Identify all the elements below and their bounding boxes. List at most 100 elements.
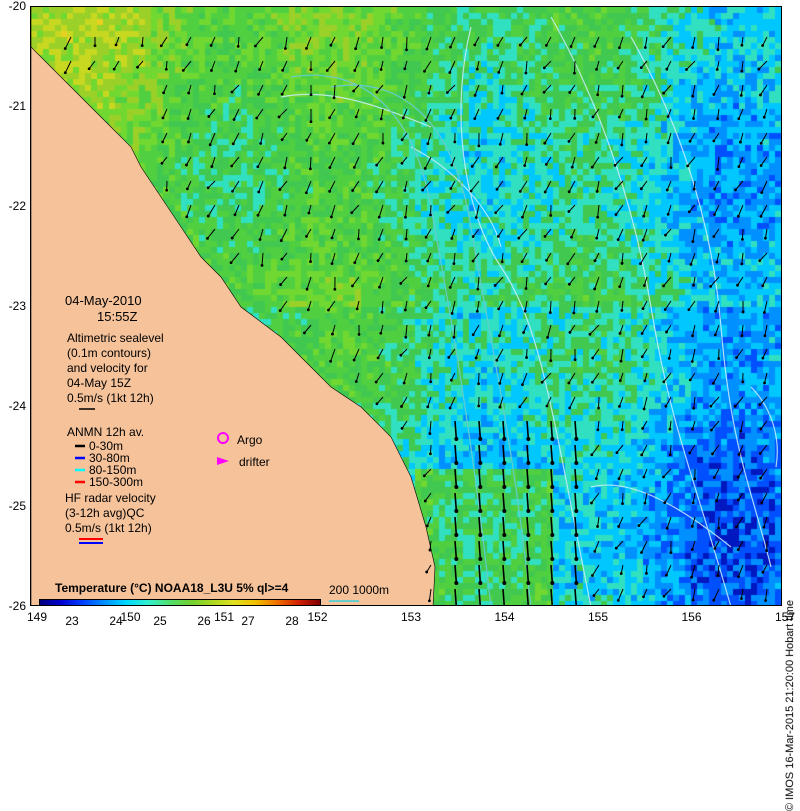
velocity-arrowhead	[329, 44, 332, 47]
velocity-arrowhead	[375, 164, 378, 167]
velocity-arrowhead	[526, 509, 530, 513]
velocity-arrow	[500, 373, 503, 383]
velocity-arrowhead	[643, 379, 646, 382]
velocity-arrowhead	[737, 499, 740, 502]
velocity-arrowhead	[544, 282, 547, 285]
velocity-arrowhead	[162, 91, 165, 94]
velocity-arrowhead	[326, 69, 329, 72]
velocity-arrowhead	[497, 235, 500, 238]
velocity-arrowhead	[501, 260, 504, 263]
velocity-arrowhead	[740, 94, 743, 97]
velocity-arrowhead	[759, 477, 762, 480]
velocity-arrowhead	[593, 550, 596, 553]
velocity-arrowhead	[309, 167, 312, 170]
velocity-arrowhead	[574, 581, 578, 585]
velocity-arrow	[503, 469, 504, 487]
colorbar-tick: 28	[285, 614, 298, 628]
velocity-arrow	[714, 469, 719, 478]
velocity-arrowhead	[662, 45, 665, 48]
velocity-arrowhead	[476, 68, 479, 71]
velocity-arrowhead	[400, 405, 403, 408]
velocity-arrowhead	[427, 92, 430, 95]
velocity-arrow	[233, 133, 239, 144]
velocity-arrowhead	[401, 138, 404, 141]
velocity-arrow	[592, 373, 599, 382]
colorbar-tick: 27	[241, 614, 254, 628]
velocity-arrowhead	[544, 235, 547, 238]
velocity-arrowhead	[758, 259, 761, 262]
velocity-arrow	[663, 37, 671, 47]
velocity-arrow	[737, 349, 743, 358]
velocity-arrowhead	[478, 533, 482, 537]
velocity-arrowhead	[186, 187, 189, 190]
velocity-arrow	[473, 229, 479, 237]
velocity-arrowhead	[643, 284, 646, 287]
velocity-arrowhead	[543, 67, 546, 70]
velocity-arrow	[405, 181, 407, 190]
velocity-arrow	[402, 397, 407, 406]
velocity-arrowhead	[355, 380, 358, 383]
velocity-arrowhead	[499, 143, 502, 146]
velocity-arrowhead	[692, 599, 695, 602]
velocity-arrow	[693, 589, 695, 600]
velocity-arrow	[503, 541, 504, 559]
velocity-arrow	[718, 157, 719, 169]
velocity-arrow	[355, 253, 359, 263]
velocity-arrowhead	[161, 141, 164, 144]
velocity-arrow	[499, 61, 503, 72]
velocity-arrow	[597, 181, 599, 191]
velocity-arrowhead	[237, 45, 240, 48]
altimetry-line-2: (0.1m contours)	[67, 346, 151, 361]
velocity-arrowhead	[421, 189, 424, 192]
colorbar-tick: 24	[109, 614, 122, 628]
velocity-arrowhead	[734, 405, 737, 408]
colorbar-title: Temperature (°C) NOAA18_L3U 5% ql>=4	[55, 581, 288, 596]
velocity-arrowhead	[259, 238, 262, 241]
lon-label: 154	[494, 610, 514, 624]
velocity-arrowhead	[521, 260, 524, 263]
velocity-arrow	[664, 589, 671, 596]
velocity-arrow	[426, 229, 431, 237]
velocity-arrow	[209, 109, 215, 116]
velocity-arrowhead	[305, 235, 308, 238]
velocity-arrow	[332, 253, 335, 264]
velocity-arrow	[759, 61, 767, 69]
velocity-arrowhead	[333, 96, 336, 99]
velocity-arrowhead	[567, 382, 570, 385]
velocity-arrowhead	[759, 427, 762, 430]
velocity-arrowhead	[356, 308, 359, 311]
velocity-arrowhead	[689, 378, 692, 381]
velocity-arrow	[425, 493, 431, 501]
velocity-arrowhead	[381, 311, 384, 314]
velocity-arrow	[476, 205, 479, 218]
velocity-arrowhead	[617, 599, 620, 602]
velocity-arrowhead	[712, 139, 715, 142]
velocity-arrowhead	[526, 557, 530, 561]
velocity-arrowhead	[716, 574, 719, 577]
velocity-arrow	[569, 133, 575, 141]
velocity-arrowhead	[620, 360, 623, 363]
velocity-arrowhead	[737, 165, 740, 168]
velocity-arrowhead	[429, 549, 432, 552]
velocity-arrow	[718, 565, 719, 576]
velocity-arrowhead	[640, 66, 643, 69]
velocity-arrowhead	[403, 67, 406, 70]
velocity-arrowhead	[281, 69, 284, 72]
velocity-arrowhead	[64, 71, 67, 74]
velocity-arrow	[527, 493, 528, 511]
velocity-arrowhead	[375, 381, 378, 384]
velocity-arrowhead	[478, 605, 482, 606]
velocity-arrowhead	[403, 96, 406, 99]
velocity-arrow	[644, 397, 647, 409]
velocity-arrow	[738, 541, 743, 550]
velocity-arrowhead	[502, 509, 506, 513]
lat-label: -22	[0, 199, 26, 213]
velocity-arrow	[666, 565, 671, 575]
velocity-arrowhead	[328, 166, 331, 169]
velocity-arrow	[527, 421, 528, 439]
velocity-arrowhead	[662, 475, 665, 478]
velocity-arrow	[764, 517, 767, 527]
velocity-arrowhead	[524, 72, 527, 75]
lat-label: -24	[0, 399, 26, 413]
velocity-arrowhead	[429, 432, 432, 435]
